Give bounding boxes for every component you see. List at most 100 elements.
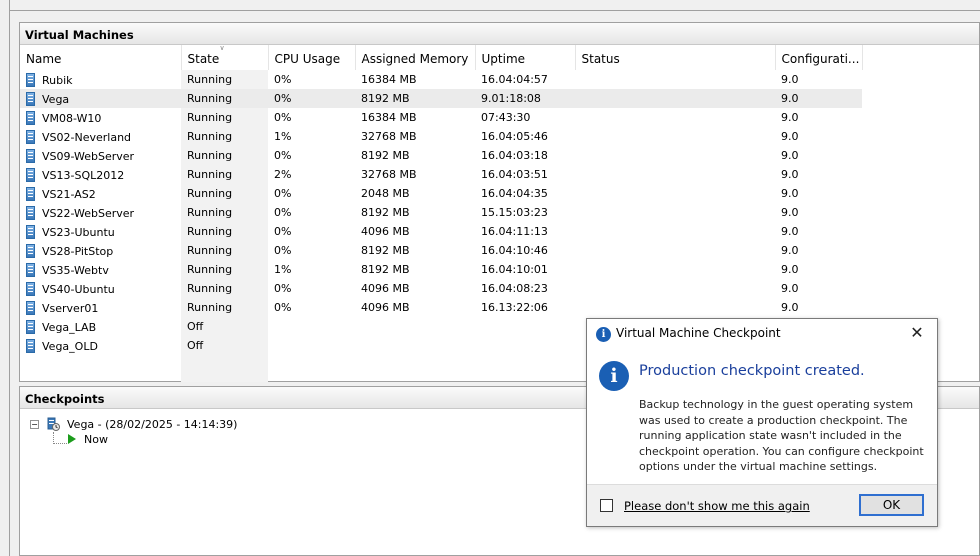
vm-uptime: 16.04:10:01 [475,260,575,279]
vm-state-text: Running [187,263,233,276]
dont-show-again-checkbox[interactable] [600,499,613,512]
virtual-machine-icon [26,262,35,277]
vm-assigned-memory: 4096 MB [355,298,475,317]
vm-row[interactable]: VS13-SQL2012 Running 2% 32768 MB 16.04:03:51… [20,165,862,184]
vm-name-text: Vega_LAB [42,320,97,334]
vm-state: Running [181,203,268,222]
vm-configuration: 9.0 [775,222,862,241]
vm-row[interactable]: Vega Running 0% 8192 MB 9.01:18:08 9.0 [20,89,862,108]
vm-name-text: VS40-Ubuntu [42,282,115,296]
play-icon [68,434,76,444]
vm-cpu-usage-text: 1% [274,263,292,276]
vm-row[interactable]: Rubik Running 0% 16384 MB 16.04:04:57 9.0 [20,70,862,89]
vm-row[interactable]: VS40-Ubuntu Running 0% 4096 MB 16.04:08:23 9.… [20,279,862,298]
column-header-state-label: State [187,51,220,66]
vm-assigned-memory [355,317,475,336]
column-header-state[interactable]: ∨ State [181,45,269,70]
vm-row[interactable]: VS09-WebServer Running 0% 8192 MB 16.04:03:1… [20,146,862,165]
collapse-toggle-icon[interactable]: − [30,420,39,429]
vm-name-text: Vega [42,92,70,106]
vm-state: Running [181,222,268,241]
vm-configuration-text: 9.0 [781,111,799,124]
vm-row[interactable]: VS22-WebServer Running 0% 8192 MB 15.15:03:2… [20,203,862,222]
vm-row[interactable]: VS21-AS2 Running 0% 2048 MB 16.04:04:35 9.0 [20,184,862,203]
column-header-cpu-usage[interactable]: CPU Usage [268,45,356,70]
vm-name-text: Vserver01 [42,301,99,315]
vm-configuration-text: 9.0 [781,149,799,162]
vm-cpu-usage: 0% [268,70,355,89]
vm-state: Running [181,70,268,89]
vm-status [575,146,775,165]
vm-name-text: Rubik [42,73,73,87]
vm-configuration-text: 9.0 [781,244,799,257]
vm-row[interactable]: VS35-Webtv Running 1% 8192 MB 16.04:10:01 9.0 [20,260,862,279]
vm-state-text: Running [187,206,233,219]
checkpoint-node-label[interactable]: Vega - (28/02/2025 - 14:14:39) [67,418,237,431]
vm-state: Running [181,108,268,127]
vm-row[interactable]: VS23-Ubuntu Running 0% 4096 MB 16.04:11:13 9.… [20,222,862,241]
vm-state: Running [181,127,268,146]
vm-configuration-text: 9.0 [781,187,799,200]
vm-state-text: Running [187,244,233,257]
vm-assigned-memory-text: 32768 MB [361,168,417,181]
column-header-status[interactable]: Status [575,45,776,70]
vm-cpu-usage: 2% [268,165,355,184]
vm-state-text: Running [187,225,233,238]
tree-connector-branch [53,443,67,444]
vm-row[interactable]: Vserver01 Running 0% 4096 MB 16.13:22:06 9.0 [20,298,862,317]
virtual-machine-icon [26,186,35,201]
vm-uptime-text: 15.15:03:23 [481,206,548,219]
info-large-icon: i [599,361,629,391]
vm-assigned-memory-text: 4096 MB [361,301,410,314]
virtual-machine-icon [26,129,35,144]
vm-row[interactable]: VM08-W10 Running 0% 16384 MB 07:43:30 9.0 [20,108,862,127]
vm-row[interactable]: VS28-PitStop Running 0% 8192 MB 16.04:10:46 9… [20,241,862,260]
virtual-machine-icon [26,243,35,258]
dont-show-again-label[interactable]: Please don't show me this again [624,499,810,513]
vm-uptime-text: 16.04:03:18 [481,149,548,162]
vm-configuration-text: 9.0 [781,130,799,143]
vm-uptime: 15.15:03:23 [475,203,575,222]
vm-uptime [475,336,575,355]
vm-cpu-usage: 0% [268,279,355,298]
vm-assigned-memory-text: 4096 MB [361,225,410,238]
checkpoint-dialog: i Virtual Machine Checkpoint ✕ i Product… [586,318,938,527]
vm-cpu-usage-text: 0% [274,73,292,86]
vm-status [575,89,775,108]
vm-uptime-text: 16.04:04:35 [481,187,548,200]
vm-name: Vserver01 [20,298,181,317]
column-header-name[interactable]: Name [20,45,182,70]
vm-assigned-memory-text: 8192 MB [361,244,410,257]
ok-button[interactable]: OK [859,494,924,516]
vm-assigned-memory: 8192 MB [355,146,475,165]
vm-name-text: VS13-SQL2012 [42,168,125,182]
sort-caret-icon: ∨ [219,45,225,52]
vm-uptime-text: 16.04:04:57 [481,73,548,86]
vm-uptime-text: 16.04:03:51 [481,168,548,181]
vm-state: Off [181,336,268,355]
vm-uptime-text: 16.04:10:46 [481,244,548,257]
vm-name-text: VM08-W10 [42,111,102,125]
close-icon[interactable]: ✕ [907,323,927,343]
vm-cpu-usage: 0% [268,146,355,165]
vm-configuration: 9.0 [775,127,862,146]
vm-state: Running [181,241,268,260]
now-node[interactable]: Now [68,433,108,446]
vm-name: VS40-Ubuntu [20,279,181,298]
vm-state-text: Off [187,339,204,352]
vm-uptime: 16.04:03:51 [475,165,575,184]
vm-row[interactable]: VS02-Neverland Running 1% 32768 MB 16.04:05:… [20,127,862,146]
vm-uptime-text: 9.01:18:08 [481,92,541,105]
column-header-assigned-memory[interactable]: Assigned Memory [355,45,476,70]
vm-uptime: 16.04:03:18 [475,146,575,165]
column-header-configuration[interactable]: Configurati... [775,45,863,70]
vm-name: VS22-WebServer [20,203,181,222]
vm-configuration: 9.0 [775,146,862,165]
vm-uptime-text: 07:43:30 [481,111,531,124]
vm-assigned-memory: 8192 MB [355,260,475,279]
vm-state-text: Running [187,168,233,181]
vm-name-text: VS35-Webtv [42,263,109,277]
vm-state: Running [181,298,268,317]
vm-cpu-usage-text: 0% [274,187,292,200]
column-header-uptime[interactable]: Uptime [475,45,576,70]
